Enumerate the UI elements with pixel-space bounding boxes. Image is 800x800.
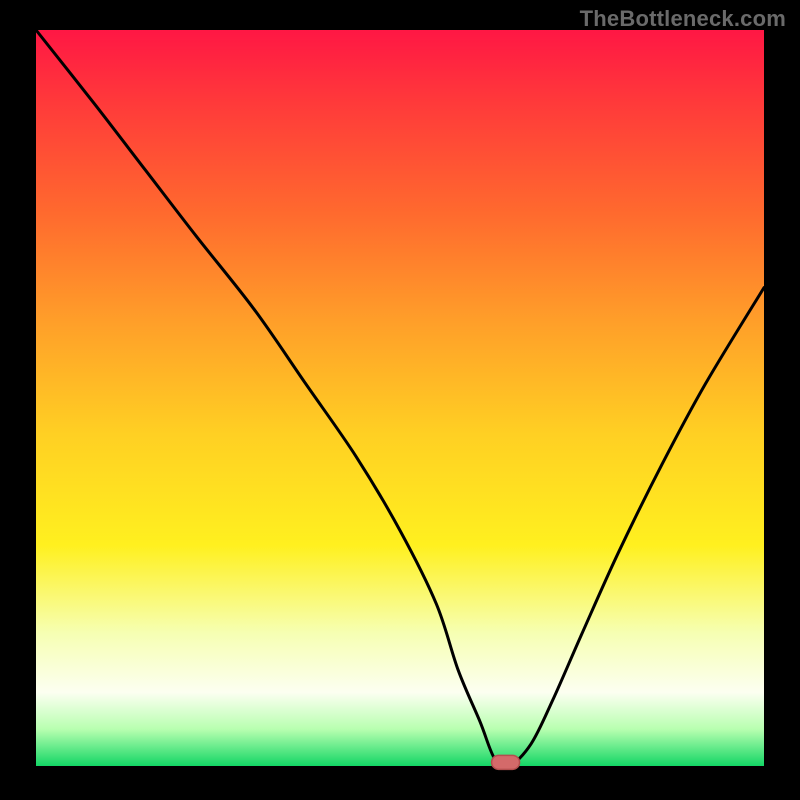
plot-area	[36, 30, 764, 766]
bottleneck-chart	[0, 0, 800, 800]
optimum-marker	[492, 755, 520, 769]
watermark-text: TheBottleneck.com	[580, 6, 786, 32]
chart-container: TheBottleneck.com	[0, 0, 800, 800]
